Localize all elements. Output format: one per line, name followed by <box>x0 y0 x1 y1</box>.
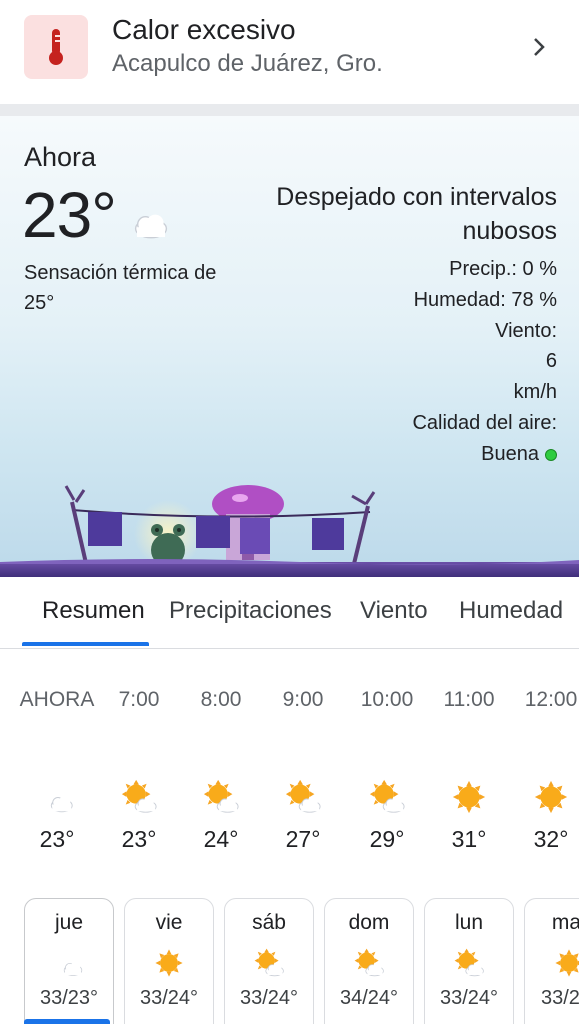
day-name: lun <box>454 911 484 934</box>
hour-time: 7:00 <box>118 688 160 711</box>
tab-precipitaciones[interactable]: Precipitaciones <box>169 597 332 625</box>
day-range: 33/24° <box>139 987 199 1009</box>
thermometer-icon <box>24 15 88 79</box>
air-quality-row: Buena <box>339 439 557 470</box>
day-name: sáb <box>252 911 286 934</box>
hour-time: 11:00 <box>443 688 495 711</box>
sun-icon <box>450 778 488 816</box>
tab-humedad[interactable]: Humedad <box>459 597 563 625</box>
air-quality-value: Buena <box>481 442 539 465</box>
precipitation: Precip.: 0 % <box>449 258 557 280</box>
day-range: 33/23° <box>39 987 99 1009</box>
sun-cloud-icon <box>284 778 322 816</box>
sun-icon <box>553 947 579 979</box>
hour-time: 8:00 <box>200 688 242 711</box>
day-card-mar[interactable]: mar 33/24° <box>524 898 579 1024</box>
day-card-jue[interactable]: jue 33/23° <box>24 898 114 1024</box>
forecast-tabs: Resumen Precipitaciones Viento Humedad <box>0 577 579 649</box>
day-name: vie <box>155 911 183 934</box>
wind-label: Viento: <box>495 319 557 342</box>
sun-cloud-icon <box>453 947 485 979</box>
day-range: 33/24° <box>239 987 299 1009</box>
hour-temp: 27° <box>285 826 321 852</box>
current-temperature: 23° <box>22 179 117 251</box>
day-range: 33/24° <box>540 987 579 1009</box>
humidity: Humedad: 78 % <box>413 288 557 311</box>
hour-time: 12:00 <box>524 688 578 711</box>
day-card-lun[interactable]: lun 33/24° <box>424 898 514 1024</box>
moon-cloud-icon <box>38 778 76 816</box>
alert-location: Acapulco de Juárez, Gro. <box>112 50 383 77</box>
day-name: mar <box>551 911 579 934</box>
hour-temp: 32° <box>533 826 569 852</box>
day-name: dom <box>348 911 390 934</box>
wind-unit: km/h <box>513 381 557 404</box>
wind-value: 6 <box>545 350 557 373</box>
weather-alert-card[interactable]: Calor excesivo Acapulco de Juárez, Gro. <box>0 0 579 104</box>
hour-temp: 23° <box>39 826 75 852</box>
alert-title: Calor excesivo <box>112 14 296 45</box>
weather-details: Precip.: 0 % Humedad: 78 % Viento: 6 km/… <box>339 254 579 470</box>
sun-cloud-icon <box>202 778 240 816</box>
active-tab-indicator <box>22 642 149 646</box>
day-card-vie[interactable]: vie 33/24° <box>124 898 214 1024</box>
selected-day-indicator <box>24 1019 110 1024</box>
weather-illustration <box>0 485 579 577</box>
section-divider <box>0 104 579 116</box>
sun-icon <box>153 947 185 979</box>
tab-viento[interactable]: Viento <box>360 597 428 625</box>
sun-cloud-icon <box>120 778 158 816</box>
hour-time: AHORA <box>19 688 95 711</box>
sun-icon <box>532 778 570 816</box>
day-card-sab[interactable]: sáb 33/24° <box>224 898 314 1024</box>
sun-cloud-icon <box>368 778 406 816</box>
condition-text: Despejado con intervalos nubosos <box>276 183 557 245</box>
chevron-right-icon[interactable] <box>526 34 552 60</box>
day-range: 34/24° <box>339 987 399 1009</box>
current-conditions-panel: Ahora 23° Sensación térmica de 25° Despe… <box>0 116 579 577</box>
now-label: Ahora <box>24 142 97 172</box>
hour-time: 9:00 <box>282 688 324 711</box>
day-name: jue <box>54 911 84 934</box>
day-range: 33/24° <box>439 987 499 1009</box>
tab-resumen[interactable]: Resumen <box>42 597 145 625</box>
hour-temp: 23° <box>121 826 157 852</box>
air-quality-label: Calidad del aire: <box>412 411 557 434</box>
hour-temp: 24° <box>203 826 239 852</box>
hour-temp: 29° <box>369 826 405 852</box>
feels-like: Sensación térmica de 25° <box>24 262 217 314</box>
sun-cloud-icon <box>253 947 285 979</box>
hourly-forecast[interactable]: AHORA 23° 7:00 23° 8:00 24° 9:00 27° 10:… <box>0 650 579 880</box>
moon-cloud-icon <box>116 188 172 244</box>
sun-cloud-icon <box>353 947 385 979</box>
hour-time: 10:00 <box>360 688 414 711</box>
air-quality-dot <box>545 448 557 461</box>
moon-cloud-icon <box>53 947 85 979</box>
day-card-dom[interactable]: dom 34/24° <box>324 898 414 1024</box>
hour-temp: 31° <box>451 826 487 852</box>
